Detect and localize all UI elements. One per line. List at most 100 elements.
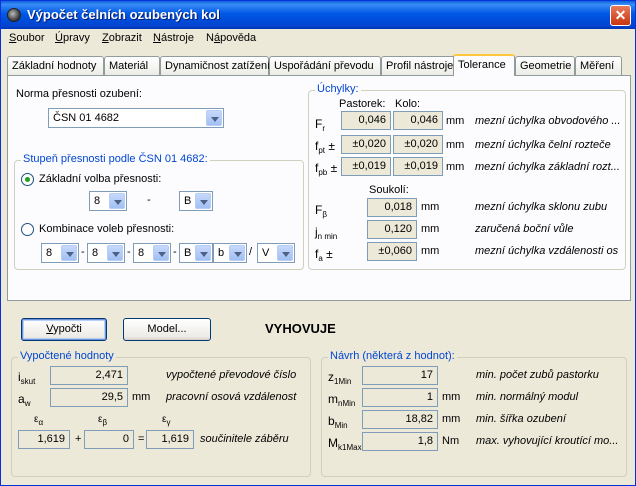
chevron-down-icon[interactable] [277, 245, 293, 261]
mnmin-desc: min. normálný modul [476, 391, 579, 403]
kombinace-select-4[interactable]: B [179, 243, 213, 263]
fr-kolo: 0,046 [393, 111, 443, 130]
uchylky-title: Úchylky: [315, 83, 361, 95]
chevron-down-icon[interactable] [195, 245, 211, 261]
kombinace-label: Kombinace voleb přesnosti: [39, 223, 175, 235]
chevron-down-icon[interactable] [153, 245, 169, 261]
iskut-value: 2,471 [50, 366, 128, 385]
dash-label: - [147, 194, 151, 206]
kombinace-sep-1: - [81, 246, 85, 258]
chevron-down-icon[interactable] [107, 245, 123, 261]
zakladni-value-2: B [184, 195, 192, 207]
norma-label: Norma přesnosti ozubení: [16, 88, 142, 100]
window-title: Výpočet čelních ozubených kol [27, 7, 220, 22]
stupen-group: Stupeň přesnosti podle ČSN 01 4682: Zákl… [14, 153, 304, 270]
jnmin-unit: mm [421, 223, 440, 235]
fpb-symbol: fpb ± [315, 161, 338, 177]
kombinace-select-5[interactable]: b [213, 243, 247, 263]
eps-beta-symbol: εβ [98, 414, 108, 427]
chevron-down-icon[interactable] [61, 245, 77, 261]
aw-desc: pracovní osová vzdálenost [166, 391, 297, 403]
tab-dynamicnost[interactable]: Dynamičnost zatížení [160, 56, 270, 76]
tab-strip: Základní hodnoty Materiál Dynamičnost za… [7, 54, 631, 76]
zakladni-select-2[interactable]: B [179, 191, 213, 211]
fbeta-value: 0,018 [367, 198, 417, 217]
kombinace-sep-5: / [249, 246, 253, 258]
fpb-kolo: ±0,019 [393, 157, 443, 176]
eps-alpha-symbol: εα [34, 414, 44, 427]
mk1max-value: 1,8 [362, 432, 438, 451]
kombinace-select-1[interactable]: 8 [41, 243, 79, 263]
iskut-symbol: iskut [18, 370, 36, 386]
menu-napoveda[interactable]: Nápověda [206, 32, 256, 44]
aw-value: 29,5 [50, 388, 128, 407]
fbeta-desc: mezní úchylka sklonu zubu [475, 201, 608, 213]
results-area: Vypočti Model... VYHOVUJE Vypočtené hodn… [7, 301, 631, 481]
norma-select[interactable]: ČSN 01 4682 [48, 108, 224, 128]
bmin-unit: mm [442, 413, 461, 425]
jnmin-value: 0,120 [367, 220, 417, 239]
app-icon [7, 8, 21, 22]
fr-desc: mezní úchylka obvodového ... [475, 115, 621, 127]
fpt-symbol: fpt ± [315, 139, 335, 155]
jnmin-symbol: jn min [315, 225, 338, 241]
app-window: Výpočet čelních ozubených kol ✕ Soubor Ú… [0, 0, 636, 486]
mnmin-symbol: mnMin [328, 392, 356, 408]
kombinace-value-4: B [184, 247, 192, 259]
chevron-down-icon[interactable] [206, 110, 222, 126]
z1min-symbol: z1Min [328, 370, 352, 386]
kombinace-value-5: b [218, 247, 225, 259]
fa-symbol: fa ± [315, 247, 333, 263]
fpb-desc: mezní úchylka základní rozt... [475, 161, 620, 173]
tab-mereni[interactable]: Měření [575, 56, 622, 76]
eps-alpha-value: 1,619 [18, 430, 70, 449]
menu-soubor[interactable]: Soubor [9, 32, 44, 44]
kombinace-select-3[interactable]: 8 [133, 243, 171, 263]
kolo-header: Kolo: [395, 98, 421, 110]
tab-zakladni-hodnoty[interactable]: Základní hodnoty [7, 56, 104, 76]
tab-tolerance[interactable]: Tolerance [453, 54, 515, 76]
fbeta-symbol: Fβ [315, 203, 327, 219]
model-button[interactable]: Model... [123, 318, 211, 341]
menu-zobrazit[interactable]: Zobrazit [102, 32, 142, 44]
mnmin-value: 1 [362, 388, 438, 407]
bmin-symbol: bMin [328, 414, 348, 430]
kombinace-sep-3: - [173, 246, 177, 258]
bmin-value: 18,82 [362, 410, 438, 429]
chevron-down-icon[interactable] [229, 245, 245, 261]
tab-profil-nastroje[interactable]: Profil nástroje [381, 56, 457, 76]
status-text: VYHOVUJE [265, 321, 336, 336]
tab-geometrie[interactable]: Geometrie [515, 56, 575, 76]
chevron-down-icon[interactable] [109, 193, 125, 209]
vypocti-button[interactable]: Vypočti [21, 318, 107, 341]
kombinace-select-2[interactable]: 8 [87, 243, 125, 263]
fpt-unit: mm [446, 139, 465, 151]
tolerance-panel: Norma přesnosti ozubení: ČSN 01 4682 Stu… [7, 75, 631, 301]
eps-desc: součinitele záběru [200, 433, 289, 445]
title-bar[interactable]: Výpočet čelních ozubených kol ✕ [1, 1, 635, 29]
tab-usporadani[interactable]: Uspořádání převodu [269, 56, 381, 76]
fpt-desc: mezní úchylka čelní rozteče [475, 139, 611, 151]
fr-symbol: Fr [315, 117, 326, 133]
iskut-desc: vypočtené převodové číslo [166, 369, 297, 381]
close-button[interactable]: ✕ [610, 5, 631, 26]
zakladni-radio[interactable] [21, 173, 34, 186]
vypoctene-group: Vypočtené hodnoty iskut 2,471 vypočtené … [11, 350, 311, 477]
chevron-down-icon[interactable] [195, 193, 211, 209]
menu-nastroje[interactable]: Nástroje [153, 32, 194, 44]
kombinace-select-6[interactable]: V [257, 243, 295, 263]
zakladni-value-1: 8 [94, 195, 101, 207]
eps-gamma-symbol: εγ [162, 414, 171, 427]
tab-material[interactable]: Materiál [104, 56, 160, 76]
fpt-pastorek: ±0,020 [341, 135, 391, 154]
fpt-kolo: ±0,020 [393, 135, 443, 154]
navrh-title: Návrh (některá z hodnot): [328, 350, 457, 362]
kombinace-value-1: 8 [46, 247, 53, 259]
menu-upravy[interactable]: Úpravy [55, 32, 90, 44]
zakladni-select-1[interactable]: 8 [89, 191, 127, 211]
kombinace-radio[interactable] [21, 223, 34, 236]
stupen-title: Stupeň přesnosti podle ČSN 01 4682: [21, 153, 210, 165]
fpb-pastorek: ±0,019 [341, 157, 391, 176]
pastorek-header: Pastorek: [339, 98, 386, 110]
mk1max-unit: Nm [442, 435, 460, 447]
